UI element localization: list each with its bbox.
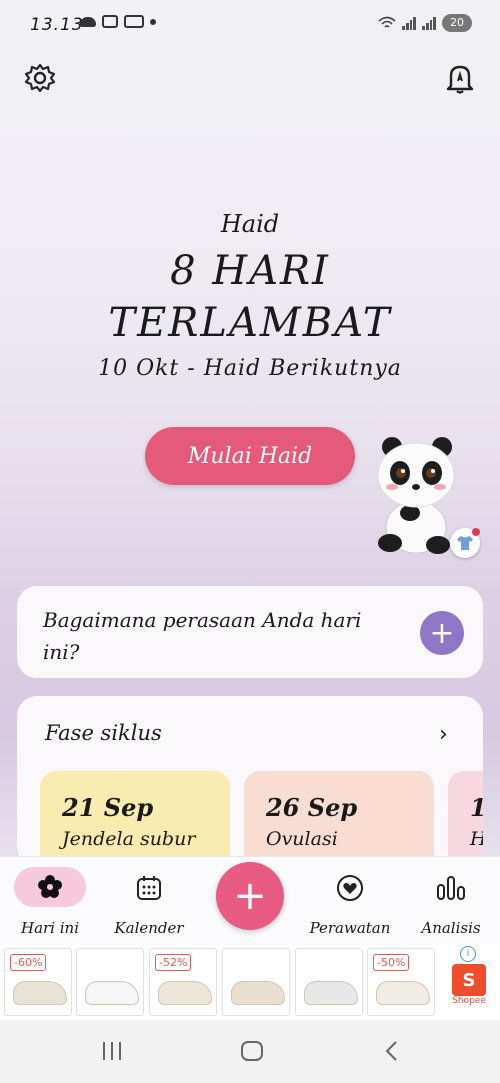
signal-icon-2 <box>422 16 436 30</box>
ad-info-icon[interactable]: i <box>460 946 476 962</box>
reminder-button[interactable] <box>440 58 480 98</box>
shoe-image <box>158 981 212 1005</box>
tab-analysis[interactable]: Analisis <box>406 857 496 945</box>
shopee-label: Shopee <box>452 996 486 1006</box>
tab-label: Hari ini <box>20 919 79 937</box>
phase-tile-period[interactable]: 1 H <box>448 771 483 866</box>
system-nav-bar <box>0 1020 500 1083</box>
system-icons: 20 <box>378 14 472 32</box>
gear-icon <box>24 63 56 93</box>
calendar-icon <box>137 876 161 900</box>
more-notifications-icon <box>150 18 156 25</box>
start-period-button[interactable]: Mulai Haid <box>145 427 355 485</box>
tab-calendar[interactable]: Kalender <box>104 857 194 945</box>
add-mood-button[interactable]: + <box>420 611 464 655</box>
discount-badge: -60% <box>10 954 47 971</box>
webtoon-icon <box>124 15 144 28</box>
signal-icon <box>402 16 416 30</box>
ad-product[interactable] <box>222 948 290 1016</box>
phase-label: Jendela subur <box>62 828 196 850</box>
outfit-button[interactable] <box>450 528 480 558</box>
shoe-image <box>304 981 358 1005</box>
ad-product[interactable] <box>295 948 363 1016</box>
recent-apps-icon[interactable] <box>100 1040 124 1062</box>
mood-question: Bagaimana perasaan Anda hari ini? <box>43 608 362 664</box>
period-label: Haid <box>220 210 280 238</box>
ad-product[interactable] <box>76 948 144 1016</box>
late-days-title: 8 HARI <box>170 248 330 294</box>
tab-care[interactable]: Perawatan <box>305 857 395 945</box>
next-period-date: 10 Okt - Haid Berikutnya <box>98 356 402 381</box>
settings-button[interactable] <box>20 58 60 98</box>
discount-badge: -50% <box>373 954 410 971</box>
ad-product[interactable]: -60% <box>4 948 72 1016</box>
shoe-image <box>231 981 285 1005</box>
phase-date: 26 Sep <box>266 793 358 822</box>
notification-dot <box>472 528 480 536</box>
ad-product[interactable]: -50% <box>367 948 435 1016</box>
instagram-icon <box>102 15 118 28</box>
shopee-bag-icon: S <box>452 964 486 996</box>
late-days-subtitle: TERLAMBAT <box>108 300 392 346</box>
shopee-logo[interactable]: S Shopee <box>446 956 492 1014</box>
bell-icon <box>446 65 474 94</box>
phase-tile-fertile[interactable]: 21 Sep Jendela subur <box>40 771 230 866</box>
status-time: 13.13 <box>30 15 84 35</box>
plus-icon: + <box>233 873 267 919</box>
home-icon[interactable] <box>240 1040 264 1062</box>
flower-icon <box>38 875 62 898</box>
cloud-icon <box>80 16 96 27</box>
heart-icon <box>337 875 363 901</box>
chevron-right-icon[interactable]: › <box>439 722 448 747</box>
tab-label: Kalender <box>114 919 184 937</box>
shoe-image <box>85 981 139 1005</box>
notification-icons <box>80 15 156 28</box>
phase-label: H <box>470 828 483 850</box>
panda-mascot[interactable] <box>370 435 462 557</box>
cycle-phase-title: Fase siklus <box>45 721 162 745</box>
add-log-button[interactable]: + <box>216 862 284 930</box>
battery-indicator: 20 <box>442 14 472 32</box>
tab-label: Analisis <box>421 919 481 937</box>
phase-date: 21 Sep <box>62 793 154 822</box>
ad-product[interactable]: -52% <box>149 948 217 1016</box>
back-icon[interactable] <box>382 1040 402 1062</box>
status-bar: 13.13 20 <box>0 0 500 52</box>
phase-date: 1 <box>470 793 483 822</box>
shirt-icon <box>457 536 473 550</box>
plus-icon: + <box>429 615 455 651</box>
shoe-image <box>376 981 430 1005</box>
discount-badge: -52% <box>155 954 192 971</box>
bar-chart-icon <box>437 876 465 900</box>
shoe-image <box>13 981 67 1005</box>
cycle-phase-card: Fase siklus › 21 Sep Jendela subur 26 Se… <box>17 696 483 866</box>
phase-label: Ovulasi <box>266 828 338 850</box>
mood-card[interactable]: Bagaimana perasaan Anda hari ini? <box>17 586 483 678</box>
phase-tile-ovulation[interactable]: 26 Sep Ovulasi <box>244 771 434 866</box>
wifi-icon <box>378 16 396 28</box>
tab-today[interactable]: Hari ini <box>5 857 95 945</box>
ad-banner[interactable]: -60% -52% -50% S Shopee i <box>0 944 500 1020</box>
tab-label: Perawatan <box>309 919 391 937</box>
